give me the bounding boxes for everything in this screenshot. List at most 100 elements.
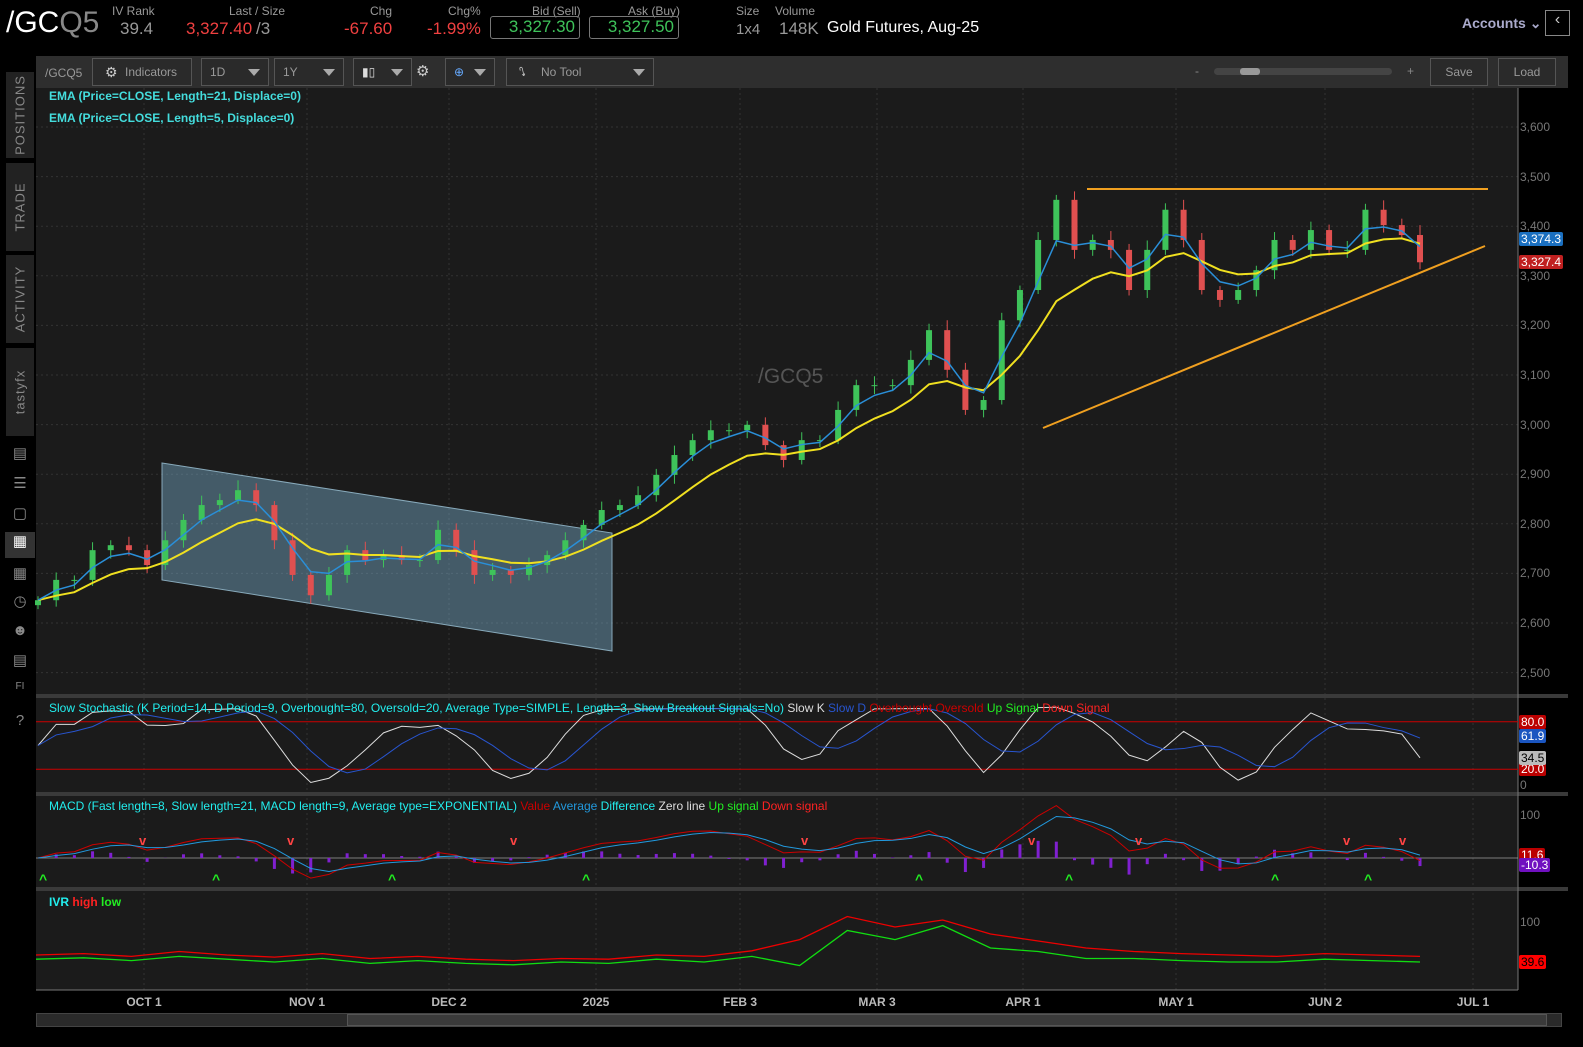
watermark: /GCQ5 (758, 365, 823, 388)
legend-item: low (101, 895, 122, 909)
panel-divider[interactable] (36, 694, 1568, 698)
price-axis-label: 2,900 (1520, 467, 1551, 482)
candle-body (1216, 290, 1223, 300)
slow-d-tag: 61.9 (1519, 729, 1547, 743)
legend-item: Average (552, 799, 598, 813)
down-signal-icon: v (139, 833, 147, 848)
legend-item: Down Signal (1042, 701, 1110, 715)
down-signal-icon: v (1135, 833, 1143, 848)
price-axis-label: 3,300 (1520, 268, 1551, 283)
candle-body (325, 574, 332, 596)
time-axis-label: DEC 2 (431, 995, 467, 1009)
time-axis-label: JUN 2 (1307, 995, 1343, 1009)
time-axis-label: APR 1 (1005, 995, 1041, 1009)
time-axis-label: FEB 3 (722, 995, 758, 1009)
candle-body (1289, 239, 1296, 250)
candle-body (471, 550, 478, 575)
axis-label: 100 (1520, 915, 1541, 929)
legend-item: Value (520, 799, 551, 813)
ivr-value-tag: 39.6 (1519, 955, 1547, 969)
candle-body (871, 385, 878, 387)
stoch-legend[interactable]: Slow Stochastic (K Period=14, D Period=9… (49, 701, 1110, 715)
candle-body (107, 545, 114, 551)
price-axis-label: 3,100 (1520, 368, 1551, 382)
up-signal-icon: ^ (1271, 871, 1279, 887)
candle-body (89, 550, 96, 580)
scrollbar-thumb[interactable] (347, 1014, 1547, 1026)
ema5-legend[interactable]: EMA (Price=CLOSE, Length=5, Displace=0) (49, 111, 294, 125)
legend-item: Slow K (787, 701, 825, 715)
candle-body (1089, 239, 1096, 250)
candle-body (71, 579, 78, 581)
candle-body (35, 600, 41, 606)
down-signal-icon: v (1399, 833, 1407, 848)
horizontal-scrollbar[interactable] (36, 1013, 1562, 1027)
candle-body (216, 500, 223, 506)
ema21-legend[interactable]: EMA (Price=CLOSE, Length=21, Displace=0) (49, 89, 301, 103)
candle-body (307, 574, 314, 596)
panel-divider[interactable] (36, 792, 1568, 796)
ivr-title: IVR (49, 895, 70, 909)
candle-body (744, 424, 751, 431)
price-axis-label: 2,700 (1520, 566, 1551, 581)
axis-label: 0 (1520, 778, 1527, 792)
down-signal-icon: v (1343, 833, 1351, 848)
candle-body (198, 505, 205, 520)
candle-body (980, 400, 987, 410)
ivr-legend[interactable]: IVR high low (49, 895, 121, 909)
price-axis-label: 2,800 (1520, 516, 1551, 531)
ema-price-tag: 3,374.3 (1519, 232, 1564, 246)
candle-body (1053, 199, 1060, 240)
legend-item: Slow D (828, 701, 867, 715)
legend-item: Overbought (869, 701, 933, 715)
candle-body (616, 505, 623, 511)
price-axis-label: 2,500 (1520, 665, 1551, 680)
candle-body (962, 369, 969, 410)
up-signal-icon: ^ (915, 871, 923, 887)
up-signal-icon: ^ (1364, 871, 1372, 887)
down-signal-icon: v (287, 833, 295, 848)
axis-label: 100 (1520, 808, 1541, 822)
overbought-tag: 80.0 (1519, 715, 1547, 729)
time-axis-label: JUL 1 (1456, 995, 1490, 1009)
price-axis-label: 3,500 (1520, 169, 1551, 184)
price-axis-label: 2,600 (1520, 616, 1551, 630)
candle-body (1344, 249, 1351, 251)
candle-body (125, 545, 132, 551)
panel-divider[interactable] (36, 887, 1568, 891)
slow-k-tag: 34.5 (1519, 751, 1547, 765)
up-signal-icon: ^ (388, 871, 396, 887)
chart-canvas[interactable]: /GCQ5 ^ ^ ^ ^ ^ ^ ^ ^ v v v v v v v v (0, 0, 1583, 1047)
macd-diff-tag: -10.3 (1519, 858, 1551, 872)
candle-body (489, 569, 496, 575)
down-signal-icon: v (510, 833, 518, 848)
candle-body (762, 424, 769, 446)
candle-body (1307, 230, 1314, 250)
macd-legend[interactable]: MACD (Fast length=8, Slow length=21, MAC… (49, 799, 827, 813)
candle-body (707, 430, 714, 441)
legend-item: high (72, 895, 98, 909)
legend-item: Up signal (708, 799, 759, 813)
stoch-title: Slow Stochastic (K Period=14, D Period=9… (49, 701, 784, 715)
candle-body (1016, 290, 1023, 321)
candle-body (1380, 209, 1387, 226)
time-axis-label: NOV 1 (288, 995, 326, 1009)
price-axis-label: 3,600 (1520, 120, 1551, 134)
candle-body (1071, 199, 1078, 250)
candle-body (235, 490, 242, 501)
legend-item: Down signal (761, 799, 828, 813)
candle-body (1235, 290, 1242, 300)
legend-item: Zero line (658, 799, 706, 813)
up-signal-icon: ^ (1065, 871, 1073, 887)
price-axis-label: 3,200 (1520, 318, 1551, 333)
legend-item: Up Signal (986, 701, 1039, 715)
candle-body (689, 440, 696, 456)
down-signal-icon: v (1028, 833, 1036, 848)
up-signal-icon: ^ (212, 871, 220, 887)
candle-body (1180, 209, 1187, 240)
price-axis-label: 3,000 (1520, 417, 1551, 432)
time-axis-label: 2025 (582, 995, 610, 1009)
candle-body (726, 430, 732, 432)
time-axis-label: OCT 1 (126, 995, 162, 1009)
candle-body (1417, 235, 1423, 263)
